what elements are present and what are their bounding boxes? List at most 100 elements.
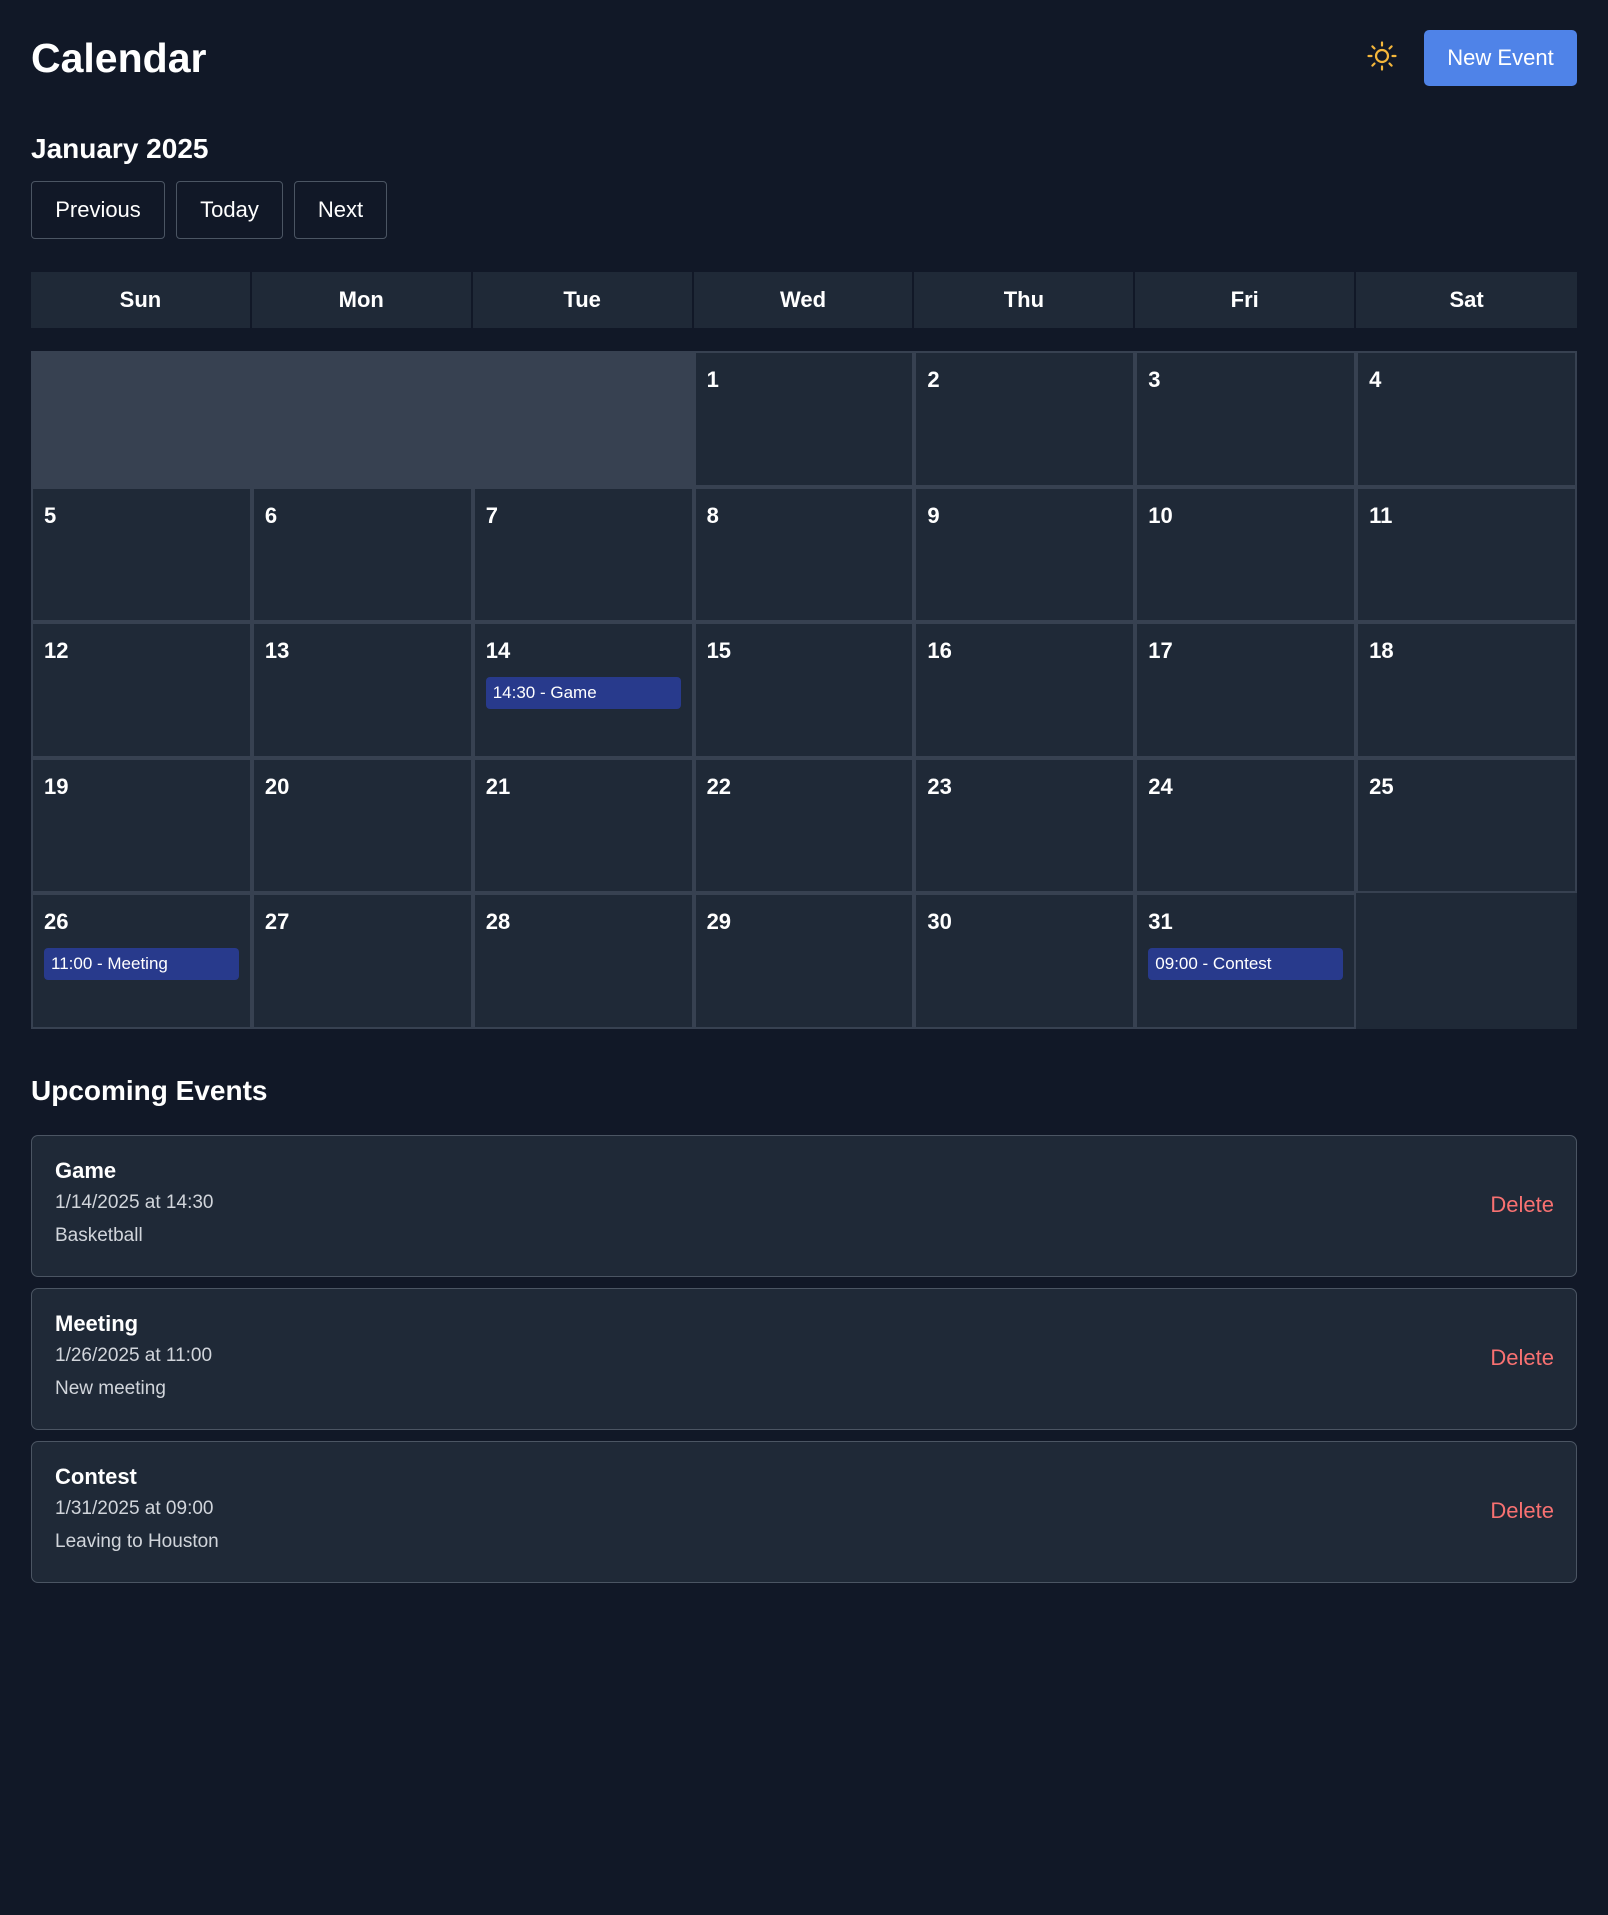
day-number: 27 (264, 909, 290, 935)
calendar-day-cell[interactable]: 15 (693, 622, 915, 758)
day-number: 12 (44, 638, 69, 664)
calendar-event-chip[interactable]: 09:00 - Contest (1148, 948, 1344, 981)
calendar-empty-cell (472, 351, 694, 487)
event-description: New meeting (55, 1378, 166, 1399)
weekday-tue: Tue (473, 272, 694, 328)
weekday-wed: Wed (694, 272, 915, 328)
event-description: Basketball (55, 1225, 143, 1246)
calendar-day-cell[interactable]: 13 (251, 622, 473, 758)
day-number: 3 (1148, 367, 1161, 392)
calendar-grid: 1 2 3 4 5 6 7 8 9 10 11 12 13 14 14:30 - Game 15 16 17 18 1… (31, 351, 1577, 1029)
day-number: 17 (1148, 638, 1173, 664)
month-title: January 2025 (31, 133, 209, 164)
day-number: 30 (927, 909, 952, 935)
calendar-day-cell[interactable]: 28 (472, 893, 694, 1029)
calendar-day-cell[interactable]: 3 (1135, 351, 1357, 487)
calendar-day-cell[interactable]: 24 (1135, 757, 1357, 894)
day-number: 26 (44, 909, 69, 935)
calendar-day-cell[interactable]: 18 (1356, 622, 1577, 758)
calendar-day-cell[interactable]: 5 (31, 486, 252, 623)
event-datetime: 1/31/2025 at 09:00 (55, 1498, 214, 1519)
calendar-day-cell[interactable]: 31 09:00 - Contest (1135, 893, 1357, 1029)
day-number: 16 (927, 638, 952, 664)
event-name: Game (55, 1158, 117, 1183)
weekday-thu: Thu (914, 272, 1136, 328)
event-name: Contest (55, 1464, 137, 1489)
day-number: 11 (1369, 502, 1393, 528)
calendar-day-cell[interactable]: 8 (693, 486, 915, 623)
day-number: 29 (706, 909, 732, 935)
day-number: 14 (485, 638, 511, 664)
day-number: 24 (1148, 773, 1173, 799)
sun-icon (1366, 40, 1398, 77)
today-button[interactable]: Today (176, 181, 283, 239)
calendar-day-cell[interactable]: 22 (693, 757, 915, 894)
day-number: 9 (927, 502, 940, 528)
header: Calendar New Event (31, 30, 1577, 86)
calendar-day-cell[interactable]: 21 (472, 757, 694, 894)
day-number: 19 (44, 773, 69, 799)
delete-event-button[interactable]: Delete (1490, 1192, 1554, 1218)
event-card: Contest 1/31/2025 at 09:00 Leaving to Hous… (31, 1441, 1577, 1583)
calendar-day-cell[interactable]: 29 (693, 893, 915, 1029)
day-number: 28 (485, 909, 511, 935)
calendar-day-cell[interactable]: 16 (914, 622, 1136, 758)
calendar-day-cell[interactable]: 26 11:00 - Meeting (31, 893, 252, 1029)
day-number: 18 (1369, 638, 1394, 664)
calendar-day-cell[interactable]: 1 (693, 351, 915, 487)
day-number: 20 (264, 773, 290, 799)
event-name: Meeting (55, 1311, 139, 1336)
event-card: Game 1/14/2025 at 14:30 Basketball Delete (31, 1135, 1577, 1277)
event-card: Meeting 1/26/2025 at 11:00 New meeting Dele… (31, 1288, 1577, 1430)
weekday-sun: Sun (31, 272, 252, 328)
delete-event-button[interactable]: Delete (1490, 1498, 1554, 1524)
day-number: 15 (706, 638, 732, 664)
calendar-day-cell[interactable]: 19 (31, 757, 252, 894)
calendar-day-cell[interactable]: 7 (472, 486, 694, 623)
calendar-day-cell[interactable]: 14 14:30 - Game (472, 622, 694, 758)
calendar-empty-cell (31, 351, 252, 487)
calendar-day-cell[interactable]: 27 (251, 893, 473, 1029)
day-number: 31 (1148, 909, 1173, 935)
calendar-empty-cell (251, 351, 473, 487)
calendar-day-cell[interactable]: 23 (914, 757, 1136, 894)
calendar-event-chip[interactable]: 14:30 - Game (485, 677, 681, 710)
day-number: 6 (264, 502, 278, 528)
day-number: 13 (264, 638, 290, 664)
weekday-mon: Mon (252, 272, 473, 328)
calendar-day-cell[interactable]: 12 (31, 622, 252, 758)
next-month-button[interactable]: Next (294, 181, 387, 239)
previous-month-button[interactable]: Previous (31, 181, 165, 239)
calendar-day-cell[interactable]: 9 (914, 486, 1136, 623)
day-number: 8 (706, 502, 719, 528)
month-navigation: Previous Today Next (31, 181, 387, 239)
page-title: Calendar (31, 35, 207, 81)
day-number: 22 (706, 773, 732, 799)
calendar-day-cell[interactable]: 4 (1356, 351, 1577, 487)
calendar-day-cell[interactable]: 25 (1356, 757, 1577, 894)
calendar-day-cell[interactable]: 2 (914, 351, 1136, 487)
calendar-empty-cell (1356, 893, 1577, 1029)
calendar-day-cell[interactable]: 30 (914, 893, 1136, 1029)
event-description: Leaving to Houston (55, 1531, 219, 1552)
day-number: 7 (485, 502, 498, 528)
day-number: 10 (1148, 502, 1173, 528)
day-number: 2 (927, 367, 940, 392)
new-event-button[interactable]: New Event (1424, 30, 1577, 86)
calendar-page: Calendar New Event January 2025 Previous… (0, 0, 1608, 1915)
upcoming-events-list: Game 1/14/2025 at 14:30 Basketball Delete Me… (31, 1135, 1577, 1583)
calendar-day-cell[interactable]: 6 (251, 486, 473, 623)
day-number: 21 (485, 773, 511, 799)
calendar-event-chip[interactable]: 11:00 - Meeting (44, 948, 239, 981)
event-datetime: 1/14/2025 at 14:30 (55, 1192, 214, 1213)
calendar-day-cell[interactable]: 20 (251, 757, 473, 894)
weekday-fri: Fri (1135, 272, 1357, 328)
weekday-sat: Sat (1449, 287, 1484, 312)
calendar-day-cell[interactable]: 17 (1135, 622, 1357, 758)
theme-toggle-button[interactable] (1364, 40, 1400, 76)
weekday-header: Sun Mon Tue Wed Thu Fri Sat (31, 272, 1577, 328)
calendar-day-cell[interactable]: 10 (1135, 486, 1357, 623)
calendar-day-cell[interactable]: 11 (1356, 486, 1577, 623)
delete-event-button[interactable]: Delete (1490, 1345, 1554, 1371)
day-number: 5 (44, 502, 57, 528)
